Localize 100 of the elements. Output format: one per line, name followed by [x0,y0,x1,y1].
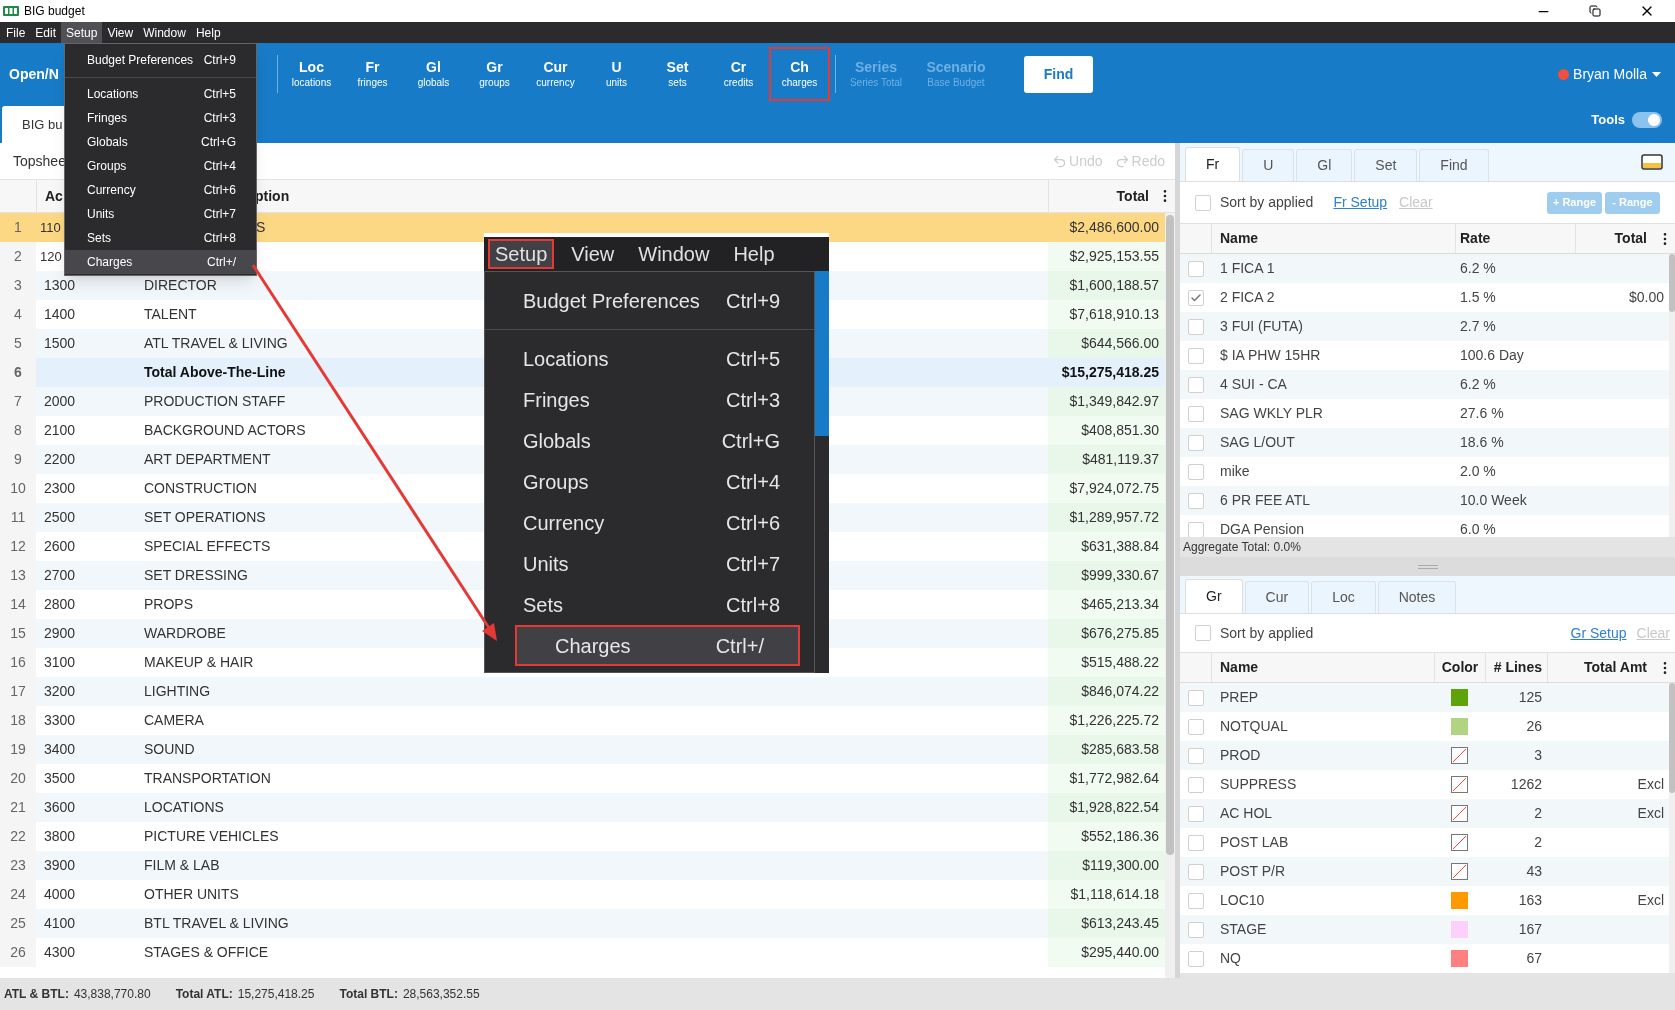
account-cell: 3200 [44,683,76,699]
row-number: 3 [14,276,22,295]
account-cell: 2000 [44,393,76,409]
status-value: 15,275,418.25 [237,986,315,1003]
description-cell: OTHER UNITS [144,886,239,902]
account-cell: 4300 [44,944,76,960]
line-count: 167 [1518,921,1542,937]
description-cell: ATL TRAVEL & LIVING [144,335,288,351]
description-cell: TRANSPORTATION [144,770,271,786]
line-count: 163 [1518,892,1542,908]
total-cell-text: $119,300.00 [1082,856,1159,875]
column-header: Ac [45,186,63,206]
description-cell: BACKGROUND ACTORS [144,422,306,438]
row-number: 8 [14,421,22,440]
account-cell: 2300 [44,480,76,496]
row-number: 24 [10,885,26,904]
row-number: 12 [10,537,26,556]
row-number: 1 [14,218,22,237]
account-cell: 120 [40,248,62,264]
total-cell-text: $7,618,910.13 [1069,305,1159,324]
account-cell: 3600 [44,799,76,815]
account-cell: 110 [40,219,61,235]
line-count: 26 [1526,718,1542,734]
fringe-name: mike [1220,463,1250,479]
description-cell: STAGES & OFFICE [144,944,269,960]
status-label: ATL & BTL: [4,986,69,1003]
total-amount: Excl [1637,805,1664,821]
description-cell: CONSTRUCTION [144,480,257,496]
fringe-name: 3 FUI (FUTA) [1220,318,1303,334]
description-cell: S [256,219,266,235]
fringe-rate: 27.6 % [1460,405,1504,421]
group-name: PROD [1220,747,1261,763]
fringe-name: SAG WKLY PLR [1220,405,1323,421]
fringe-rate: 18.6 % [1460,434,1504,450]
row-number: 13 [10,566,26,585]
fringe-name: $ IA PHW 15HR [1220,347,1321,363]
total-amount: Excl [1637,776,1664,792]
total-cell-text: $1,928,822.54 [1069,798,1159,817]
row-number: 2 [14,247,22,266]
account-cell: 3800 [44,828,76,844]
total-cell-text: $465,213.34 [1081,595,1159,614]
account-cell: 2600 [44,538,76,554]
total-cell-text: $481,119.37 [1082,450,1159,469]
account-cell: 3900 [44,857,76,873]
total-cell-text: $1,772,982.64 [1069,769,1159,788]
total-cell-text: $676,275.85 [1081,624,1159,643]
row-number: 26 [10,943,26,962]
line-count: 125 [1518,689,1542,705]
description-cell: FILM & LAB [144,857,220,873]
row-number: 10 [10,479,26,498]
aggregate-total: Aggregate Total: 0.0% [1183,539,1301,556]
total-cell-text: $613,243.45 [1081,914,1159,933]
account-cell: 3400 [44,741,76,757]
row-number: 14 [10,595,26,614]
account-cell: 2900 [44,625,76,641]
description-cell: DIRECTOR [144,277,217,293]
total-cell-text: $1,226,225.72 [1069,711,1159,730]
account-cell: 2200 [44,451,76,467]
description-cell: TALENT [144,306,197,322]
total-cell-text: $515,488.22 [1081,653,1159,672]
column-header: # Lines [1493,658,1542,677]
fringe-rate: 2.7 % [1460,318,1496,334]
column-header: Total [1116,186,1149,206]
total-cell-text: $999,330.67 [1081,566,1159,585]
column-header: Total [1614,229,1647,248]
fringe-rate: 6.0 % [1460,521,1496,537]
account-cell: 3100 [44,654,76,670]
account-cell: 3300 [44,712,76,728]
group-name: POST P/R [1220,863,1286,879]
group-name: POST LAB [1220,834,1289,850]
total-cell-text: $1,600,188.57 [1069,276,1159,295]
fringe-rate: 100.6 Day [1460,347,1524,363]
row-number: 23 [10,856,26,875]
description-cell: ART DEPARTMENT [144,451,271,467]
description-cell: CAMERA [144,712,204,728]
line-count: 2 [1534,805,1542,821]
row-number: 15 [10,624,26,643]
group-name: STAGE [1220,921,1267,937]
fringe-rate: 10.0 Week [1460,492,1527,508]
account-cell: 2800 [44,596,76,612]
description-cell: BTL TRAVEL & LIVING [144,915,289,931]
status-value: 28,563,352.55 [402,986,480,1003]
status-label: Total BTL: [339,986,398,1003]
row-number: 5 [14,334,22,353]
fringe-name: 2 FICA 2 [1220,289,1275,305]
account-cell: 1400 [44,306,76,322]
description-cell: SOUND [144,741,195,757]
total-cell-text: $631,388.84 [1081,537,1159,556]
account-cell: 4000 [44,886,76,902]
fringe-rate: 2.0 % [1460,463,1496,479]
row-number: 21 [10,798,26,817]
description-cell: PROPS [144,596,193,612]
row-number: 6 [14,363,22,382]
line-count: 2 [1534,834,1542,850]
line-count: 43 [1526,863,1542,879]
window-title: BIG budget [24,3,85,20]
fringe-total: $0.00 [1628,289,1664,305]
group-name: PREP [1220,689,1259,705]
fringe-rate: 6.2 % [1460,376,1496,392]
total-cell-text: $644,566.00 [1081,334,1159,353]
